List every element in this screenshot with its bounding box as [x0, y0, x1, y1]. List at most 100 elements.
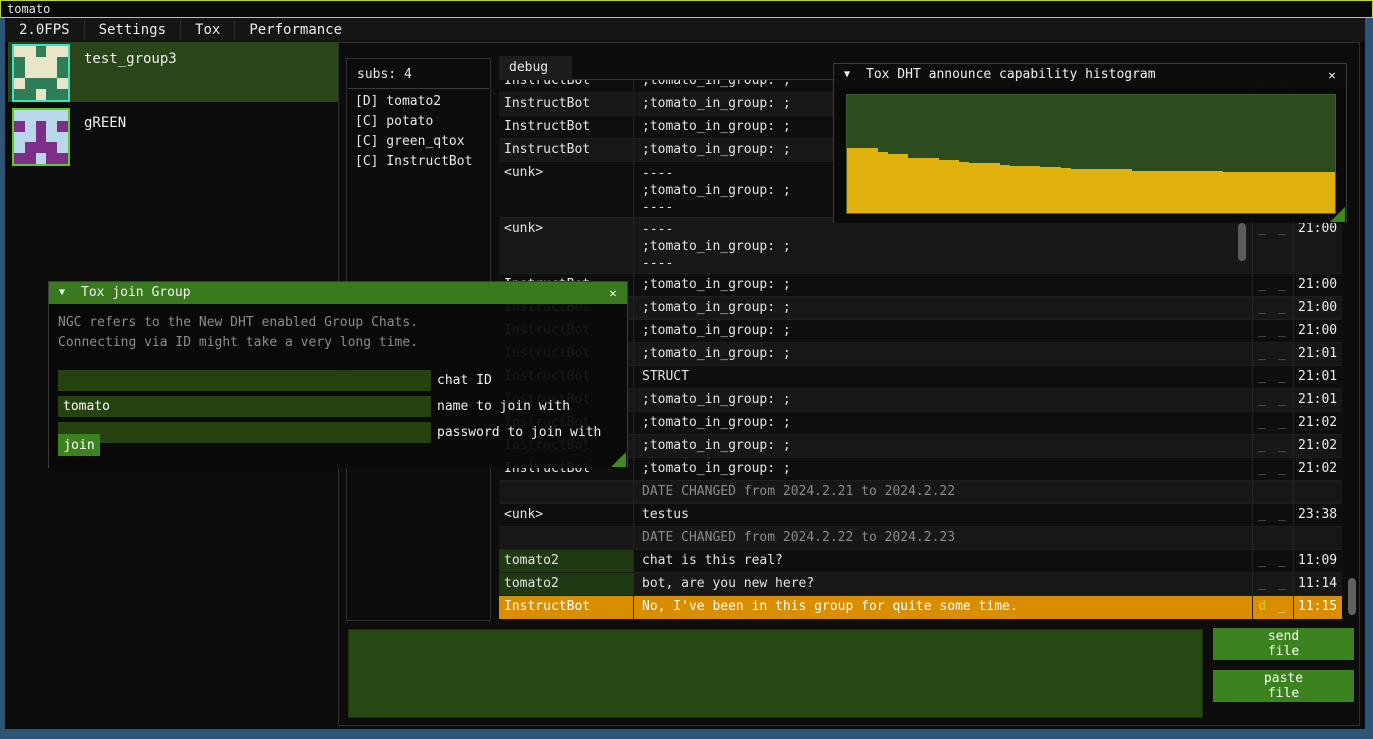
chat-row[interactable]: tomato2bot, are you new here?_ _11:14 — [499, 573, 1342, 596]
histogram-bar — [1162, 171, 1172, 213]
chat-row[interactable]: InstructBotNo, I've been in this group f… — [499, 596, 1342, 619]
menu-item-settings[interactable]: Settings — [85, 18, 180, 42]
join-group-titlebar[interactable]: ▼ Tox join Group ✕ — [49, 282, 627, 304]
histogram-bar — [928, 158, 938, 213]
histogram-bar — [979, 163, 989, 213]
message-sender: <unk> — [499, 218, 633, 273]
histogram-bar — [1091, 169, 1101, 213]
message-flags: _ _ — [1252, 458, 1293, 480]
message-time: 23:38 — [1293, 504, 1342, 526]
member-item[interactable]: [D] tomato2 — [347, 89, 490, 109]
resize-grip[interactable] — [1330, 207, 1345, 222]
chat-scrollbar-grip[interactable] — [1348, 578, 1356, 615]
histogram-bar — [857, 148, 867, 213]
message-time — [1293, 481, 1342, 503]
chat-row[interactable]: <unk>---- ;tomato_in_group: ; ----_ _21:… — [499, 218, 1342, 274]
member-item[interactable]: [C] green_qtox — [347, 129, 490, 149]
histogram-bar — [1061, 168, 1071, 213]
histogram-bar — [1264, 172, 1274, 213]
chat-row[interactable]: tomato2chat is this real?_ _11:09 — [499, 550, 1342, 573]
members-count: subs: 4 — [347, 59, 490, 88]
send-file-button[interactable]: send file — [1213, 628, 1354, 660]
message-text: ;tomato_in_group: ; — [633, 320, 1252, 342]
join-group-body: NGC refers to the New DHT enabled Group … — [49, 304, 627, 468]
message-time: 21:00 — [1293, 320, 1342, 342]
histogram-bar — [959, 162, 969, 213]
message-text: DATE CHANGED from 2024.2.21 to 2024.2.22 — [633, 481, 1252, 503]
chat-row[interactable]: DATE CHANGED from 2024.2.22 to 2024.2.23 — [499, 527, 1342, 550]
message-flags — [1252, 527, 1293, 549]
dht-histogram-titlebar[interactable]: ▼ Tox DHT announce capability histogram … — [834, 64, 1346, 86]
histogram-bar — [1020, 166, 1030, 213]
message-time: 11:14 — [1293, 573, 1342, 595]
message-sender — [499, 481, 633, 503]
histogram-bar — [867, 148, 877, 213]
message-text: ;tomato_in_group: ; — [633, 389, 1252, 411]
os-window-titlebar[interactable]: tomato — [0, 0, 1373, 18]
message-time: 21:00 — [1293, 218, 1342, 273]
sidebar-item-gREEN[interactable]: gREEN — [8, 106, 339, 168]
message-text: ;tomato_in_group: ; — [633, 343, 1252, 365]
menu-item-tox[interactable]: Tox — [181, 18, 234, 42]
histogram-bar — [1071, 169, 1081, 213]
os-window-title: tomato — [7, 2, 50, 16]
group-avatar — [12, 44, 70, 102]
menu-bar: 2.0FPS SettingsToxPerformance — [5, 18, 1365, 42]
message-sender: InstructBot — [499, 93, 633, 115]
message-scrollbar-grip[interactable] — [1238, 223, 1246, 261]
fps-counter: 2.0FPS — [5, 18, 84, 42]
histogram-bar — [847, 148, 857, 213]
chat-scrollbar[interactable] — [1347, 80, 1357, 621]
join-name-label: name to join with — [437, 396, 570, 417]
histogram-bar — [1152, 171, 1162, 213]
message-flags: _ _ — [1252, 343, 1293, 365]
message-sender: <unk> — [499, 162, 633, 217]
tab-debug[interactable]: debug — [499, 56, 572, 80]
message-text: ;tomato_in_group: ; — [633, 297, 1252, 319]
histogram-bar — [1254, 172, 1264, 213]
dht-histogram-window: ▼ Tox DHT announce capability histogram … — [833, 63, 1347, 223]
join-password-input[interactable] — [58, 422, 431, 443]
message-text: ---- ;tomato_in_group: ; ---- — [633, 218, 1252, 273]
histogram-bar — [1173, 171, 1183, 213]
histogram-bar — [1030, 166, 1040, 213]
histogram-bar — [1315, 172, 1325, 213]
message-time: 21:02 — [1293, 458, 1342, 480]
join-name-input[interactable] — [58, 396, 431, 417]
paste-file-button[interactable]: paste file — [1213, 670, 1354, 702]
message-time: 21:01 — [1293, 366, 1342, 388]
close-icon[interactable]: ✕ — [605, 285, 621, 301]
join-button[interactable]: join — [58, 434, 100, 456]
message-input[interactable] — [348, 629, 1203, 718]
group-name: test_group3 — [70, 42, 177, 102]
join-group-window: ▼ Tox join Group ✕ NGC refers to the New… — [48, 281, 628, 468]
menu-item-performance[interactable]: Performance — [235, 18, 356, 42]
histogram-bar — [918, 158, 928, 213]
message-flags: _ _ — [1252, 573, 1293, 595]
chat-row[interactable]: DATE CHANGED from 2024.2.21 to 2024.2.22 — [499, 481, 1342, 504]
collapse-arrow-icon[interactable]: ▼ — [59, 282, 65, 304]
member-item[interactable]: [C] InstructBot — [347, 149, 490, 169]
collapse-arrow-icon[interactable]: ▼ — [844, 64, 850, 86]
resize-grip[interactable] — [611, 452, 626, 467]
histogram-bar — [1040, 167, 1050, 213]
dht-histogram-body — [834, 86, 1346, 223]
histogram-bar — [1000, 165, 1010, 213]
screen: tomato 2.0FPS SettingsToxPerformance tes… — [0, 0, 1373, 739]
histogram-bar — [939, 160, 949, 213]
close-icon[interactable]: ✕ — [1324, 67, 1340, 83]
chat-id-input[interactable] — [58, 370, 431, 391]
sidebar-item-test_group3[interactable]: test_group3 — [8, 42, 339, 102]
message-text: ;tomato_in_group: ; — [633, 274, 1252, 296]
join-password-label: password to join with — [437, 422, 601, 443]
histogram-bar — [1234, 172, 1244, 213]
histogram-bar — [949, 160, 959, 213]
join-group-title: Tox join Group — [81, 282, 191, 304]
histogram-bar — [1111, 169, 1121, 213]
chat-row[interactable]: <unk>testus_ _23:38 — [499, 504, 1342, 527]
message-time: 11:15 — [1293, 596, 1342, 619]
member-item[interactable]: [C] potato — [347, 109, 490, 129]
message-time: 11:09 — [1293, 550, 1342, 572]
join-password-row: password to join with — [58, 422, 620, 443]
histogram-bar — [1050, 167, 1060, 213]
